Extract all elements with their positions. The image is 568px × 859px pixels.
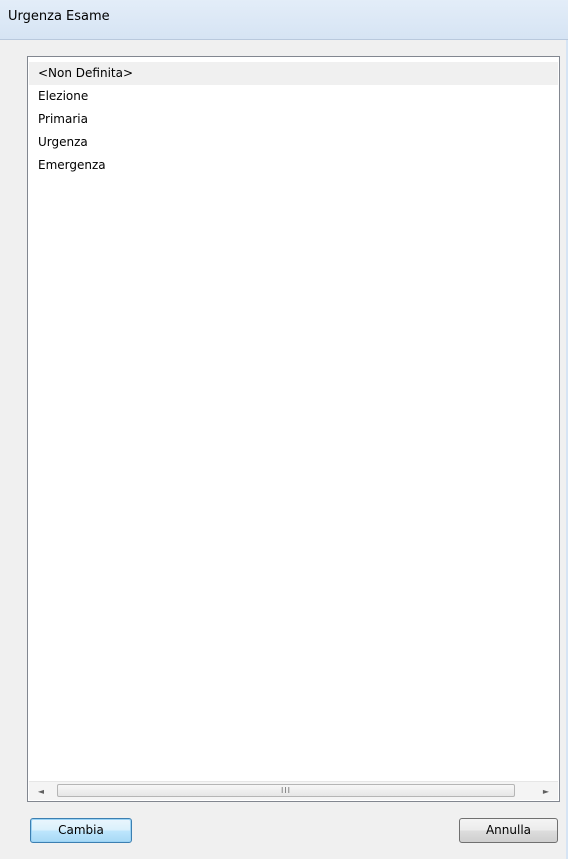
list-item-elezione[interactable]: Elezione xyxy=(29,85,558,108)
list-item-emergenza[interactable]: Emergenza xyxy=(29,154,558,177)
list-item-non-definita[interactable]: <Non Definita> xyxy=(29,62,558,85)
title-bar: Urgenza Esame xyxy=(0,0,568,40)
window-title: Urgenza Esame xyxy=(8,9,110,24)
scroll-thumb[interactable]: III xyxy=(57,784,515,797)
urgency-listbox[interactable]: <Non Definita> Elezione Primaria Urgenza… xyxy=(27,56,560,802)
list-item-primaria[interactable]: Primaria xyxy=(29,108,558,131)
annulla-button[interactable]: Annulla xyxy=(459,818,558,843)
horizontal-scrollbar[interactable]: ◄ III ► xyxy=(29,781,558,800)
scroll-right-arrow-icon[interactable]: ► xyxy=(537,782,555,800)
list-item-urgenza[interactable]: Urgenza xyxy=(29,131,558,154)
grip-icon: III xyxy=(280,786,292,795)
cambia-button[interactable]: Cambia xyxy=(30,818,132,843)
scroll-left-arrow-icon[interactable]: ◄ xyxy=(32,782,50,800)
list-items: <Non Definita> Elezione Primaria Urgenza… xyxy=(29,62,558,177)
